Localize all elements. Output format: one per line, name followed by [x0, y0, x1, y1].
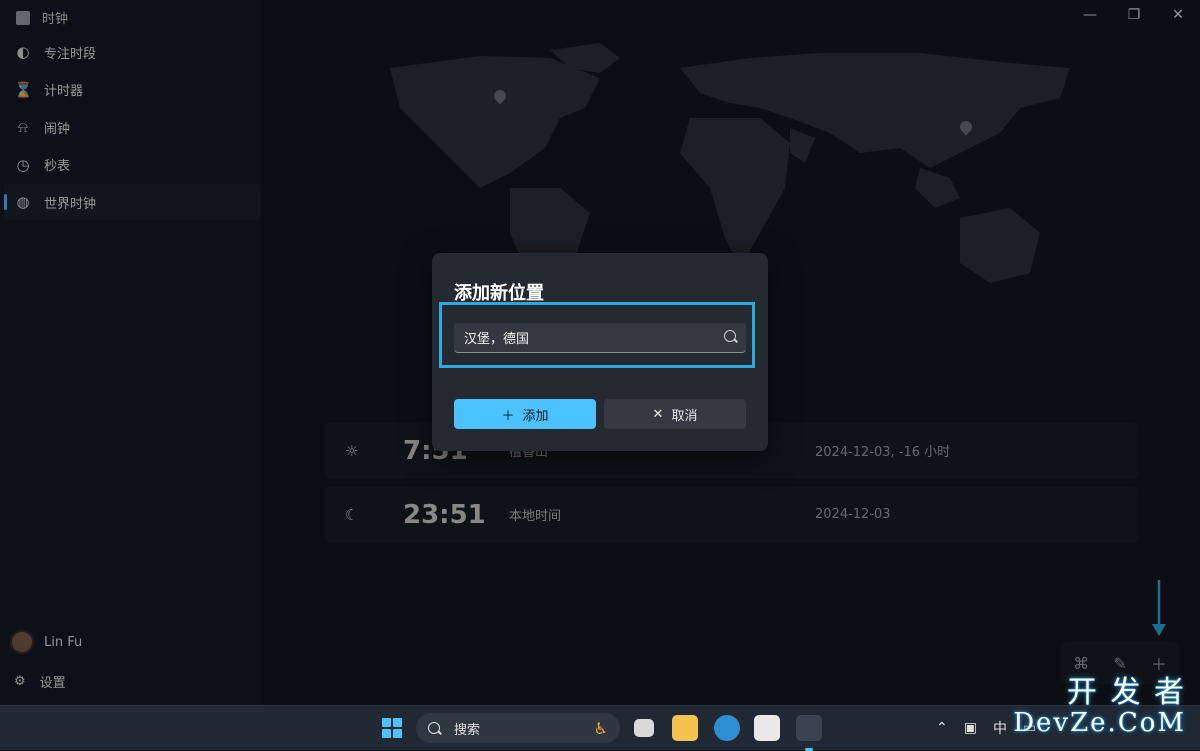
add-button[interactable]: ＋ 添加: [454, 399, 596, 429]
search-icon: [428, 722, 440, 734]
clock-app-window: ☼ 7:51 檀香山 2024-12-03, -16 小时 ☾ 23:51 本地…: [0, 0, 1200, 705]
watermark-line1: 开 发 者: [1066, 675, 1186, 710]
cancel-button-label: 取消: [671, 408, 698, 424]
accessibility-icon: ♿: [593, 718, 608, 738]
file-explorer-icon[interactable]: [672, 715, 698, 741]
windows-logo-icon: [382, 718, 391, 727]
windows-logo-icon: [393, 729, 402, 738]
location-search-input[interactable]: 汉堡，德国: [454, 323, 746, 353]
add-location-dialog: 添加新位置 汉堡，德国 ＋ 添加 ✕ 取消: [432, 253, 768, 451]
start-button[interactable]: [382, 718, 402, 738]
clock-app-taskbar-icon[interactable]: [796, 715, 822, 751]
task-view-icon[interactable]: [634, 719, 654, 737]
store-icon[interactable]: [754, 715, 780, 741]
add-button-label: 添加: [522, 408, 549, 424]
taskbar-search-label: 搜索: [454, 722, 481, 738]
windows-logo-icon: [393, 718, 402, 727]
tray-app-icon[interactable]: ▣: [964, 720, 977, 736]
windows-logo-icon: [382, 729, 391, 738]
taskbar-search[interactable]: 搜索 ♿: [416, 713, 620, 743]
ime-indicator[interactable]: 中: [993, 718, 1007, 738]
watermark: 开 发 者 DevZe.CoM: [1013, 675, 1186, 739]
watermark-line2: DevZe.CoM: [1013, 708, 1186, 738]
search-value: 汉堡，德国: [464, 332, 530, 347]
edge-browser-icon[interactable]: [714, 715, 740, 741]
search-icon[interactable]: [724, 330, 736, 342]
cancel-button[interactable]: ✕ 取消: [604, 399, 746, 429]
close-icon: ✕: [652, 406, 664, 422]
plus-icon: ＋: [501, 408, 515, 424]
chevron-up-icon[interactable]: ⌃: [936, 720, 948, 736]
